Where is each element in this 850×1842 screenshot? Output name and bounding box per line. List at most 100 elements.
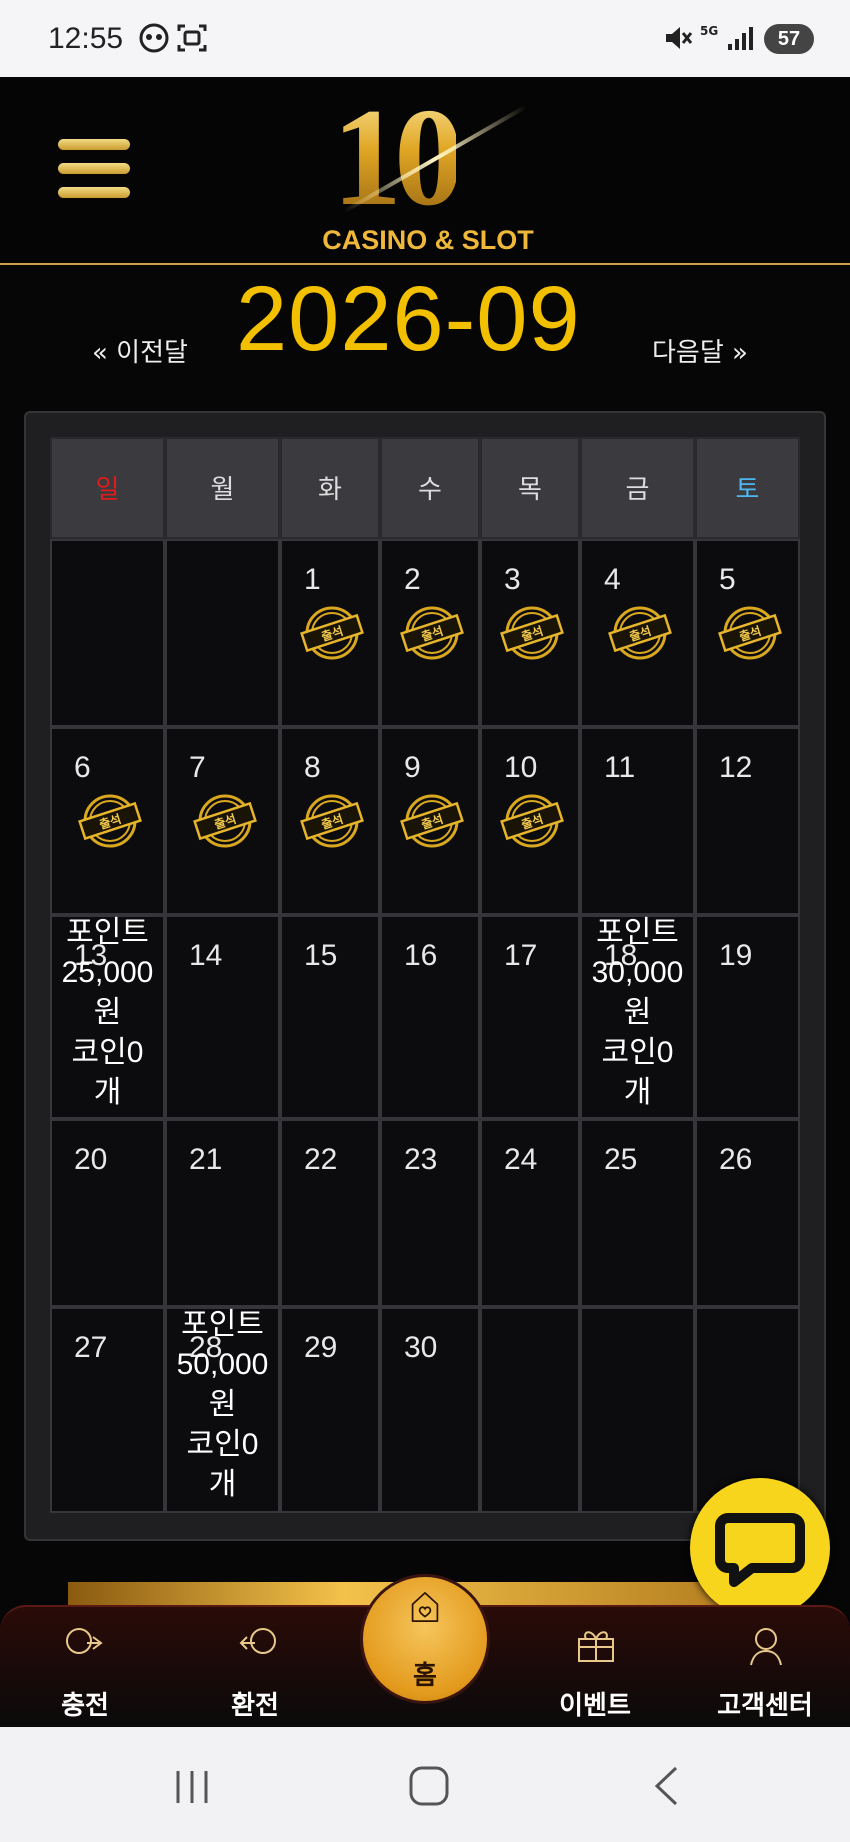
day-number: 4 — [604, 563, 621, 596]
day-number: 16 — [404, 939, 438, 972]
day-cell[interactable]: 19 — [695, 915, 800, 1119]
day-cell[interactable]: 14 — [165, 915, 280, 1119]
attendance-stamp-icon: 출석 — [500, 794, 564, 848]
nav-event[interactable]: 이벤트 — [530, 1607, 660, 1727]
nav-home[interactable]: 홈 — [360, 1574, 490, 1704]
header: 10 CASINO & SLOT — [0, 77, 850, 265]
day-cell[interactable]: 23 — [380, 1119, 480, 1307]
logo-subtitle: CASINO & SLOT — [322, 225, 534, 255]
day-number: 17 — [504, 939, 538, 972]
day-cell[interactable]: 7 출석 — [165, 727, 280, 915]
nav-support[interactable]: 고객센터 — [700, 1607, 830, 1727]
day-number: 19 — [719, 939, 753, 972]
day-cell[interactable]: 18 포인트 30,000 원 코인0 개 — [580, 915, 695, 1119]
screenshot-icon — [177, 24, 207, 52]
day-cell[interactable]: 17 — [480, 915, 580, 1119]
day-cell[interactable]: 11 — [580, 727, 695, 915]
empty-day-cell — [580, 1307, 695, 1513]
empty-day-cell — [165, 539, 280, 727]
day-number: 21 — [189, 1143, 223, 1176]
mute-icon — [666, 27, 693, 49]
day-number: 22 — [304, 1143, 338, 1176]
day-cell[interactable]: 21 — [165, 1119, 280, 1307]
reward-line: 50,000 — [176, 1348, 269, 1381]
reward-line: 개 — [93, 1076, 122, 1109]
svg-text:5G: 5G — [700, 24, 718, 38]
reward-line: 포인트 — [181, 1308, 264, 1341]
charge-icon — [66, 1628, 103, 1654]
home-heart-icon — [411, 1592, 439, 1622]
reward-info: 포인트 50,000 원 코인0 개 — [167, 1305, 278, 1505]
support-icon — [750, 1628, 782, 1666]
day-cell[interactable]: 22 — [280, 1119, 380, 1307]
nav-label: 고객센터 — [717, 1691, 813, 1721]
chat-icon — [715, 1513, 805, 1587]
reward-line: 포인트 — [66, 916, 149, 949]
reward-line: 코인0 — [601, 1036, 674, 1069]
app-screen: 10 CASINO & SLOT « 이전달 2026-09 다음달 » 일월화… — [0, 77, 850, 1727]
day-cell[interactable]: 30 — [380, 1307, 480, 1513]
day-number: 3 — [504, 563, 521, 596]
reward-info: 포인트 30,000 원 코인0 개 — [582, 913, 693, 1113]
logo[interactable]: 10 CASINO & SLOT — [300, 80, 550, 263]
nav-exchange[interactable]: 환전 — [190, 1607, 320, 1727]
nav-label: 홈 — [413, 1661, 437, 1691]
day-cell[interactable]: 27 — [50, 1307, 165, 1513]
day-number: 8 — [304, 751, 321, 784]
day-cell[interactable]: 20 — [50, 1119, 165, 1307]
prev-month-link[interactable]: « 이전달 — [92, 332, 188, 369]
chat-button[interactable] — [690, 1478, 830, 1618]
day-cell[interactable]: 3 출석 — [480, 539, 580, 727]
day-cell[interactable]: 1 출석 — [280, 539, 380, 727]
day-cell[interactable]: 13 포인트 25,000 원 코인0 개 — [50, 915, 165, 1119]
day-cell[interactable]: 10 출석 — [480, 727, 580, 915]
day-number: 9 — [404, 751, 421, 784]
menu-icon[interactable] — [58, 139, 130, 199]
month-title: 2026-09 — [236, 268, 581, 370]
day-cell[interactable]: 29 — [280, 1307, 380, 1513]
attendance-stamp-icon: 출석 — [400, 606, 464, 660]
attendance-stamp-icon: 출석 — [500, 606, 564, 660]
day-cell[interactable]: 5 출석 — [695, 539, 800, 727]
weekday-header-6: 토 — [695, 437, 800, 539]
reward-line: 원 — [208, 1388, 237, 1421]
attendance-stamp-icon: 출석 — [192, 794, 257, 848]
recents-icon[interactable] — [172, 1767, 212, 1807]
weekday-header-5: 금 — [580, 437, 695, 539]
weekday-header-3: 수 — [380, 437, 480, 539]
day-cell[interactable]: 9 출석 — [380, 727, 480, 915]
day-cell[interactable]: 25 — [580, 1119, 695, 1307]
day-cell[interactable]: 28 포인트 50,000 원 코인0 개 — [165, 1307, 280, 1513]
reward-line: 25,000 — [61, 956, 154, 989]
day-number: 5 — [719, 563, 736, 596]
nav-charge[interactable]: 충전 — [20, 1607, 150, 1727]
weekday-header-2: 화 — [280, 437, 380, 539]
day-number: 1 — [304, 563, 321, 596]
day-cell[interactable]: 6 출석 — [50, 727, 165, 915]
day-cell[interactable]: 12 — [695, 727, 800, 915]
day-cell[interactable]: 16 — [380, 915, 480, 1119]
day-cell[interactable]: 8 출석 — [280, 727, 380, 915]
next-month-link[interactable]: 다음달 » — [652, 332, 748, 369]
day-number: 23 — [404, 1143, 438, 1176]
day-cell[interactable]: 15 — [280, 915, 380, 1119]
nav-label: 환전 — [231, 1691, 279, 1721]
empty-day-cell — [50, 539, 165, 727]
day-cell[interactable]: 24 — [480, 1119, 580, 1307]
status-bar: 12:55 5G 57 — [0, 0, 850, 77]
back-icon[interactable] — [652, 1765, 682, 1807]
reward-line: 코인0 — [186, 1428, 259, 1461]
day-number: 6 — [74, 751, 91, 784]
battery-level: 57 — [764, 24, 814, 54]
reward-line: 원 — [93, 996, 122, 1029]
day-cell[interactable]: 26 — [695, 1119, 800, 1307]
attendance-stamp-icon: 출석 — [607, 606, 672, 660]
attendance-stamp-icon: 출석 — [400, 794, 464, 848]
day-cell[interactable]: 2 출석 — [380, 539, 480, 727]
status-time: 12:55 — [48, 22, 124, 55]
home-icon[interactable] — [408, 1765, 450, 1807]
notification-icon — [139, 23, 169, 53]
day-number: 29 — [304, 1331, 338, 1364]
day-number: 25 — [604, 1143, 638, 1176]
day-cell[interactable]: 4 출석 — [580, 539, 695, 727]
